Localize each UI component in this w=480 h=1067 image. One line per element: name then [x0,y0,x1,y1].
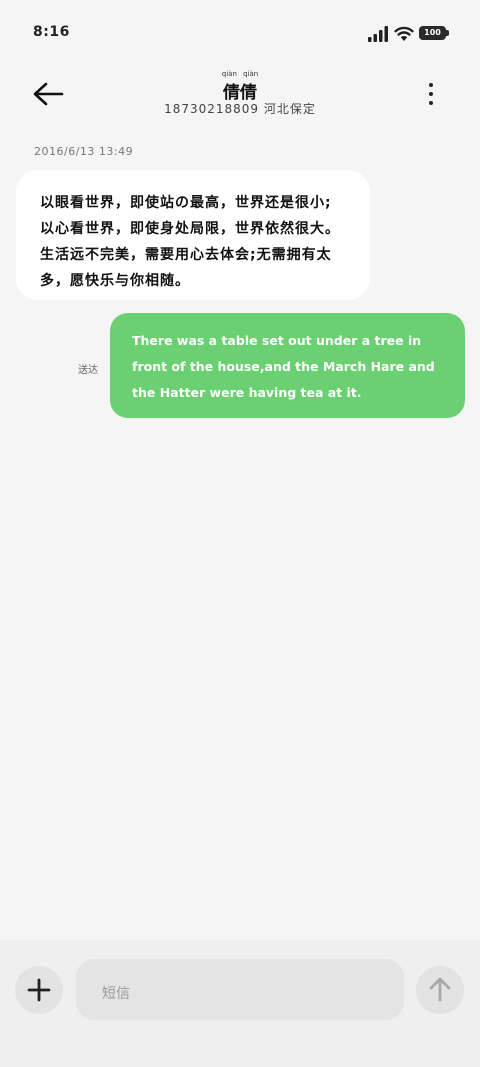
message-input-placeholder: 短信 [102,986,130,1002]
wifi-icon [394,26,414,41]
plus-icon [27,978,51,1002]
contact-subtitle: 18730218809 河北保定 [140,100,340,117]
battery-level: 100 [424,28,441,37]
status-time: 8:16 [33,24,70,40]
contact-phone: 18730218809 [164,102,260,116]
message-timestamp: 2016/6/13 13:49 [34,145,134,158]
more-options-button[interactable] [418,80,444,108]
battery-icon: 100 [419,26,449,40]
contact-name-pinyin: qiàn qiàn [221,70,259,78]
add-attachment-button[interactable] [15,966,63,1014]
send-button[interactable] [416,966,464,1014]
message-input[interactable]: 短信 [76,959,404,1020]
outgoing-message-bubble[interactable]: There was a table set out under a tree i… [110,313,465,418]
back-button[interactable] [28,78,68,110]
incoming-message-bubble[interactable]: 以眼看世界，即使站の最高，世界还是很小;以心看世界，即使身处局限，世界依然很大。… [16,170,370,300]
delivery-status: 送达 [78,365,98,376]
outgoing-message-text: There was a table set out under a tree i… [132,333,435,400]
contact-location: 河北保定 [263,102,316,116]
incoming-message-text: 以眼看世界，即使站の最高，世界还是很小;以心看世界，即使身处局限，世界依然很大。… [40,195,340,289]
arrow-up-icon [429,977,451,1002]
status-bar: 8:16 100 [0,0,480,64]
arrow-left-icon [33,82,64,106]
signal-icon [368,26,388,42]
